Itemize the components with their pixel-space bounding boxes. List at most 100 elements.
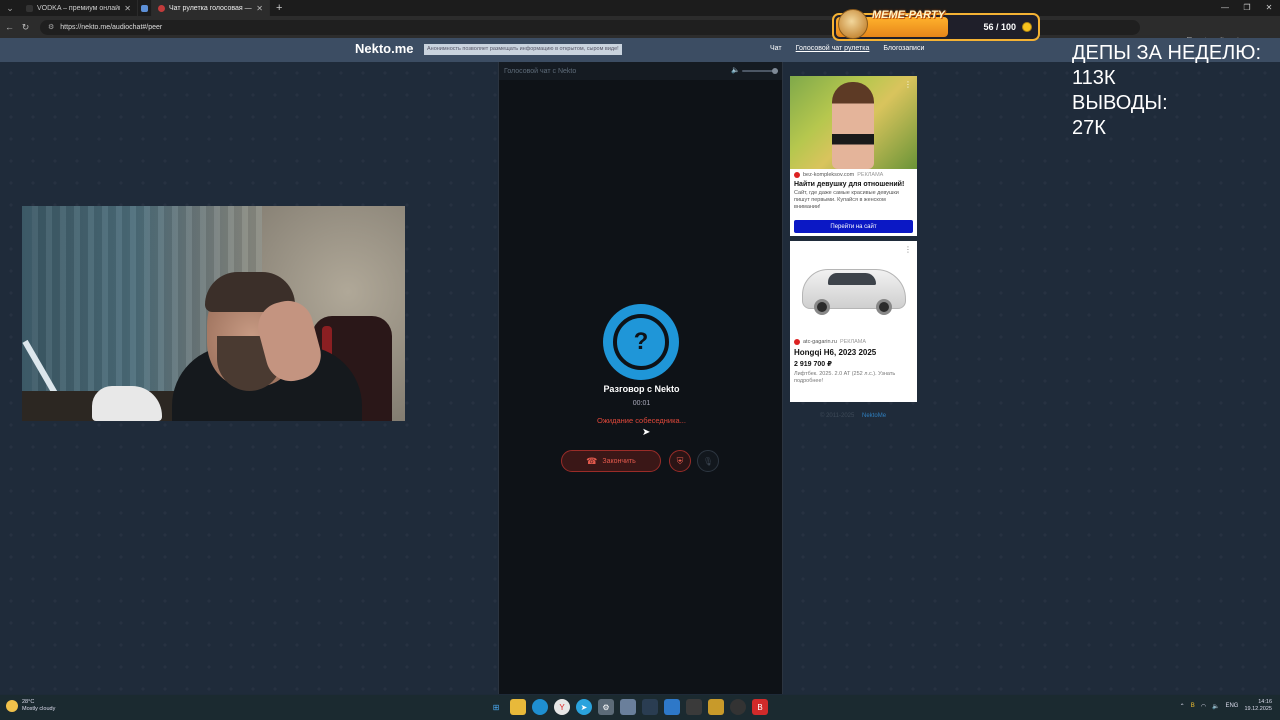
tab-close-icon[interactable]: ✕ [256, 4, 263, 13]
browser-tab-pinned[interactable] [138, 0, 152, 16]
ad-label: РЕКЛАМА [857, 172, 884, 178]
call-timer: 00:01 [632, 400, 651, 407]
weather-widget[interactable]: 28°C Mostly cloudy [6, 699, 55, 713]
new-tab-button[interactable]: + [270, 2, 288, 14]
yandex-browser-icon[interactable]: Y [554, 699, 570, 715]
weather-temp: 28°C [22, 699, 35, 705]
ad-description: Сайт, где даже самые красивые девушки пи… [794, 190, 899, 211]
withdrawals-label: ВЫВОДЫ: [1072, 92, 1168, 114]
address-bar-row: ← ↻ ⚙ https://nekto.me/audiochat#/peer ⎘… [0, 16, 1280, 45]
weather-icon [6, 700, 18, 713]
microphone-icon: 🎙 [702, 456, 714, 466]
deposits-value: 113К [1072, 67, 1116, 89]
app-icon[interactable]: B [752, 699, 768, 715]
nav-link-voice-roulette[interactable]: Голосовой чат рулетка [796, 45, 870, 52]
ad-photo[interactable]: ⋮ [790, 76, 917, 169]
edge-browser-icon[interactable] [532, 699, 548, 715]
settings-gear-icon[interactable]: ⚙ [598, 699, 614, 715]
vscode-icon[interactable] [664, 699, 680, 715]
minimize-button[interactable]: — [1214, 0, 1236, 16]
tab-favicon-icon [141, 4, 148, 12]
weather-desc: Mostly cloudy [22, 706, 56, 713]
site-logo[interactable]: Nekto.me [355, 41, 414, 56]
shield-icon: ⛨ [676, 455, 684, 466]
url-text: https://nekto.me/audiochat#/peer [60, 23, 163, 31]
language-indicator[interactable]: ENG [1225, 703, 1238, 709]
start-windows-icon[interactable]: ⊞ [488, 699, 504, 715]
volume-tray-icon[interactable]: 🔈 [1212, 703, 1219, 710]
file-explorer-icon[interactable] [510, 699, 526, 715]
doge-icon [838, 9, 868, 39]
peer-avatar: ? [603, 304, 679, 380]
tray-app-icon[interactable]: B [1191, 703, 1195, 709]
report-shield-button[interactable]: ⛨ [669, 450, 691, 472]
footer-copyright: © 2011-2025 [820, 413, 855, 419]
ad-photo[interactable]: ⋮ [790, 241, 917, 336]
telegram-icon[interactable]: ➤ [576, 699, 592, 715]
footer-link[interactable]: NektoMe [862, 413, 886, 419]
question-mark-icon: ? [613, 314, 669, 370]
nav-link-blog[interactable]: Блогозаписи [883, 45, 924, 52]
tab-title: VODKA – премиум онлайн-казино [37, 4, 120, 12]
browser-tab-bar: ⌄ VODKA – премиум онлайн-казино ✕ Чат ру… [0, 0, 1280, 16]
volume-icon[interactable]: 🔈 [731, 66, 740, 74]
ad-price: 2 919 700 ₽ [794, 361, 832, 368]
ad-menu-icon[interactable]: ⋮ [904, 245, 912, 254]
app-icon[interactable] [620, 699, 636, 715]
steam-icon[interactable] [642, 699, 658, 715]
chat-header: Голосовой чат с Nekto 🔈 [499, 62, 782, 80]
volume-slider[interactable] [742, 68, 778, 74]
clock[interactable]: 14:16 19.12.2025 [1244, 699, 1272, 714]
ad-domain-icon [794, 172, 800, 178]
tab-title: Чат рулетка голосовая — Nekto [169, 4, 252, 12]
site-footer: © 2011-2025 NektoMe [820, 413, 886, 419]
meme-party-title: MEME-PARTY [872, 9, 945, 21]
windows-taskbar: 28°C Mostly cloudy ⊞ Y ➤ ⚙ B ⌃ B ◠ 🔈 ENG… [0, 695, 1280, 720]
ad-cta-button[interactable]: Перейти на сайт [794, 220, 913, 233]
browser-tab-vodka[interactable]: VODKA – премиум онлайн-казино ✕ [20, 0, 138, 16]
withdrawals-value: 27К [1072, 117, 1106, 139]
site-info-icon[interactable]: ⚙ [48, 23, 54, 31]
back-arrow-icon[interactable]: ← [3, 22, 16, 32]
ad-description: Лифтбек. 2025. 2.0 AT (252 л.с.). Узнать… [794, 371, 896, 385]
end-call-label: Закончить [602, 457, 636, 465]
taskbar-apps: ⊞ Y ➤ ⚙ B [488, 699, 768, 715]
ad-menu-icon[interactable]: ⋮ [904, 80, 912, 89]
reload-icon[interactable]: ↻ [19, 22, 32, 33]
nav-link-chat[interactable]: Чат [770, 45, 782, 52]
maximize-button[interactable]: ❐ [1236, 0, 1258, 16]
app-icon[interactable] [686, 699, 702, 715]
chat-header-title: Голосовой чат с Nekto [504, 67, 577, 75]
site-nav: Чат Голосовой чат рулетка Блогозаписи [770, 45, 924, 52]
tab-search-icon[interactable]: ⌄ [0, 0, 20, 16]
tab-close-icon[interactable]: ✕ [124, 4, 131, 13]
site-tagline: Анонимность позволяет размещать информац… [424, 44, 622, 55]
browser-tab-nekto[interactable]: Чат рулетка голосовая — Nekto ✕ [152, 0, 270, 16]
ad-domain: bez-kompleksov.com [803, 172, 855, 178]
ad-domain-row: atc-gagarin.ru РЕКЛАМА [790, 336, 917, 345]
ad-headline[interactable]: Hongqi H6, 2023 2025 [790, 345, 917, 357]
close-window-button[interactable]: ✕ [1258, 0, 1280, 16]
wifi-icon[interactable]: ◠ [1201, 703, 1206, 710]
voice-chat-panel: Голосовой чат с Nekto 🔈 ? Разговор с Nek… [498, 62, 783, 694]
obs-icon[interactable] [730, 699, 746, 715]
app-icon[interactable] [708, 699, 724, 715]
microphone-button[interactable]: 🎙 [697, 450, 719, 472]
meme-party-widget: MEME-PARTY 56 / 100 [832, 9, 1040, 41]
stream-stats-overlay: ДЕПЫ ЗА НЕДЕЛЮ: 113К ВЫВОДЫ: 27К [1072, 41, 1280, 141]
ad-headline[interactable]: Найти девушку для отношений! [790, 178, 917, 188]
ad-domain-row: bez-kompleksov.com РЕКЛАМА [790, 169, 917, 178]
end-call-button[interactable]: ☎ Закончить [561, 450, 661, 472]
webcam-feed [22, 206, 405, 421]
clock-time: 14:16 [1258, 699, 1272, 705]
ad-label: РЕКЛАМА [839, 339, 867, 345]
mouse-cursor-icon: ➤ [642, 427, 651, 438]
window-controls: — ❐ ✕ [1214, 0, 1280, 16]
conversation-title: Разговор с Nekto [603, 384, 680, 394]
tray-chevron-icon[interactable]: ⌃ [1180, 703, 1185, 710]
hang-up-icon: ☎ [586, 455, 598, 466]
ad-dating[interactable]: ⋮ bez-kompleksov.com РЕКЛАМА Найти девуш… [790, 76, 917, 236]
coin-icon [1022, 22, 1032, 32]
ad-car[interactable]: ⋮ atc-gagarin.ru РЕКЛАМА Hongqi H6, 2023… [790, 241, 917, 402]
ad-domain: atc-gagarin.ru [803, 339, 837, 345]
